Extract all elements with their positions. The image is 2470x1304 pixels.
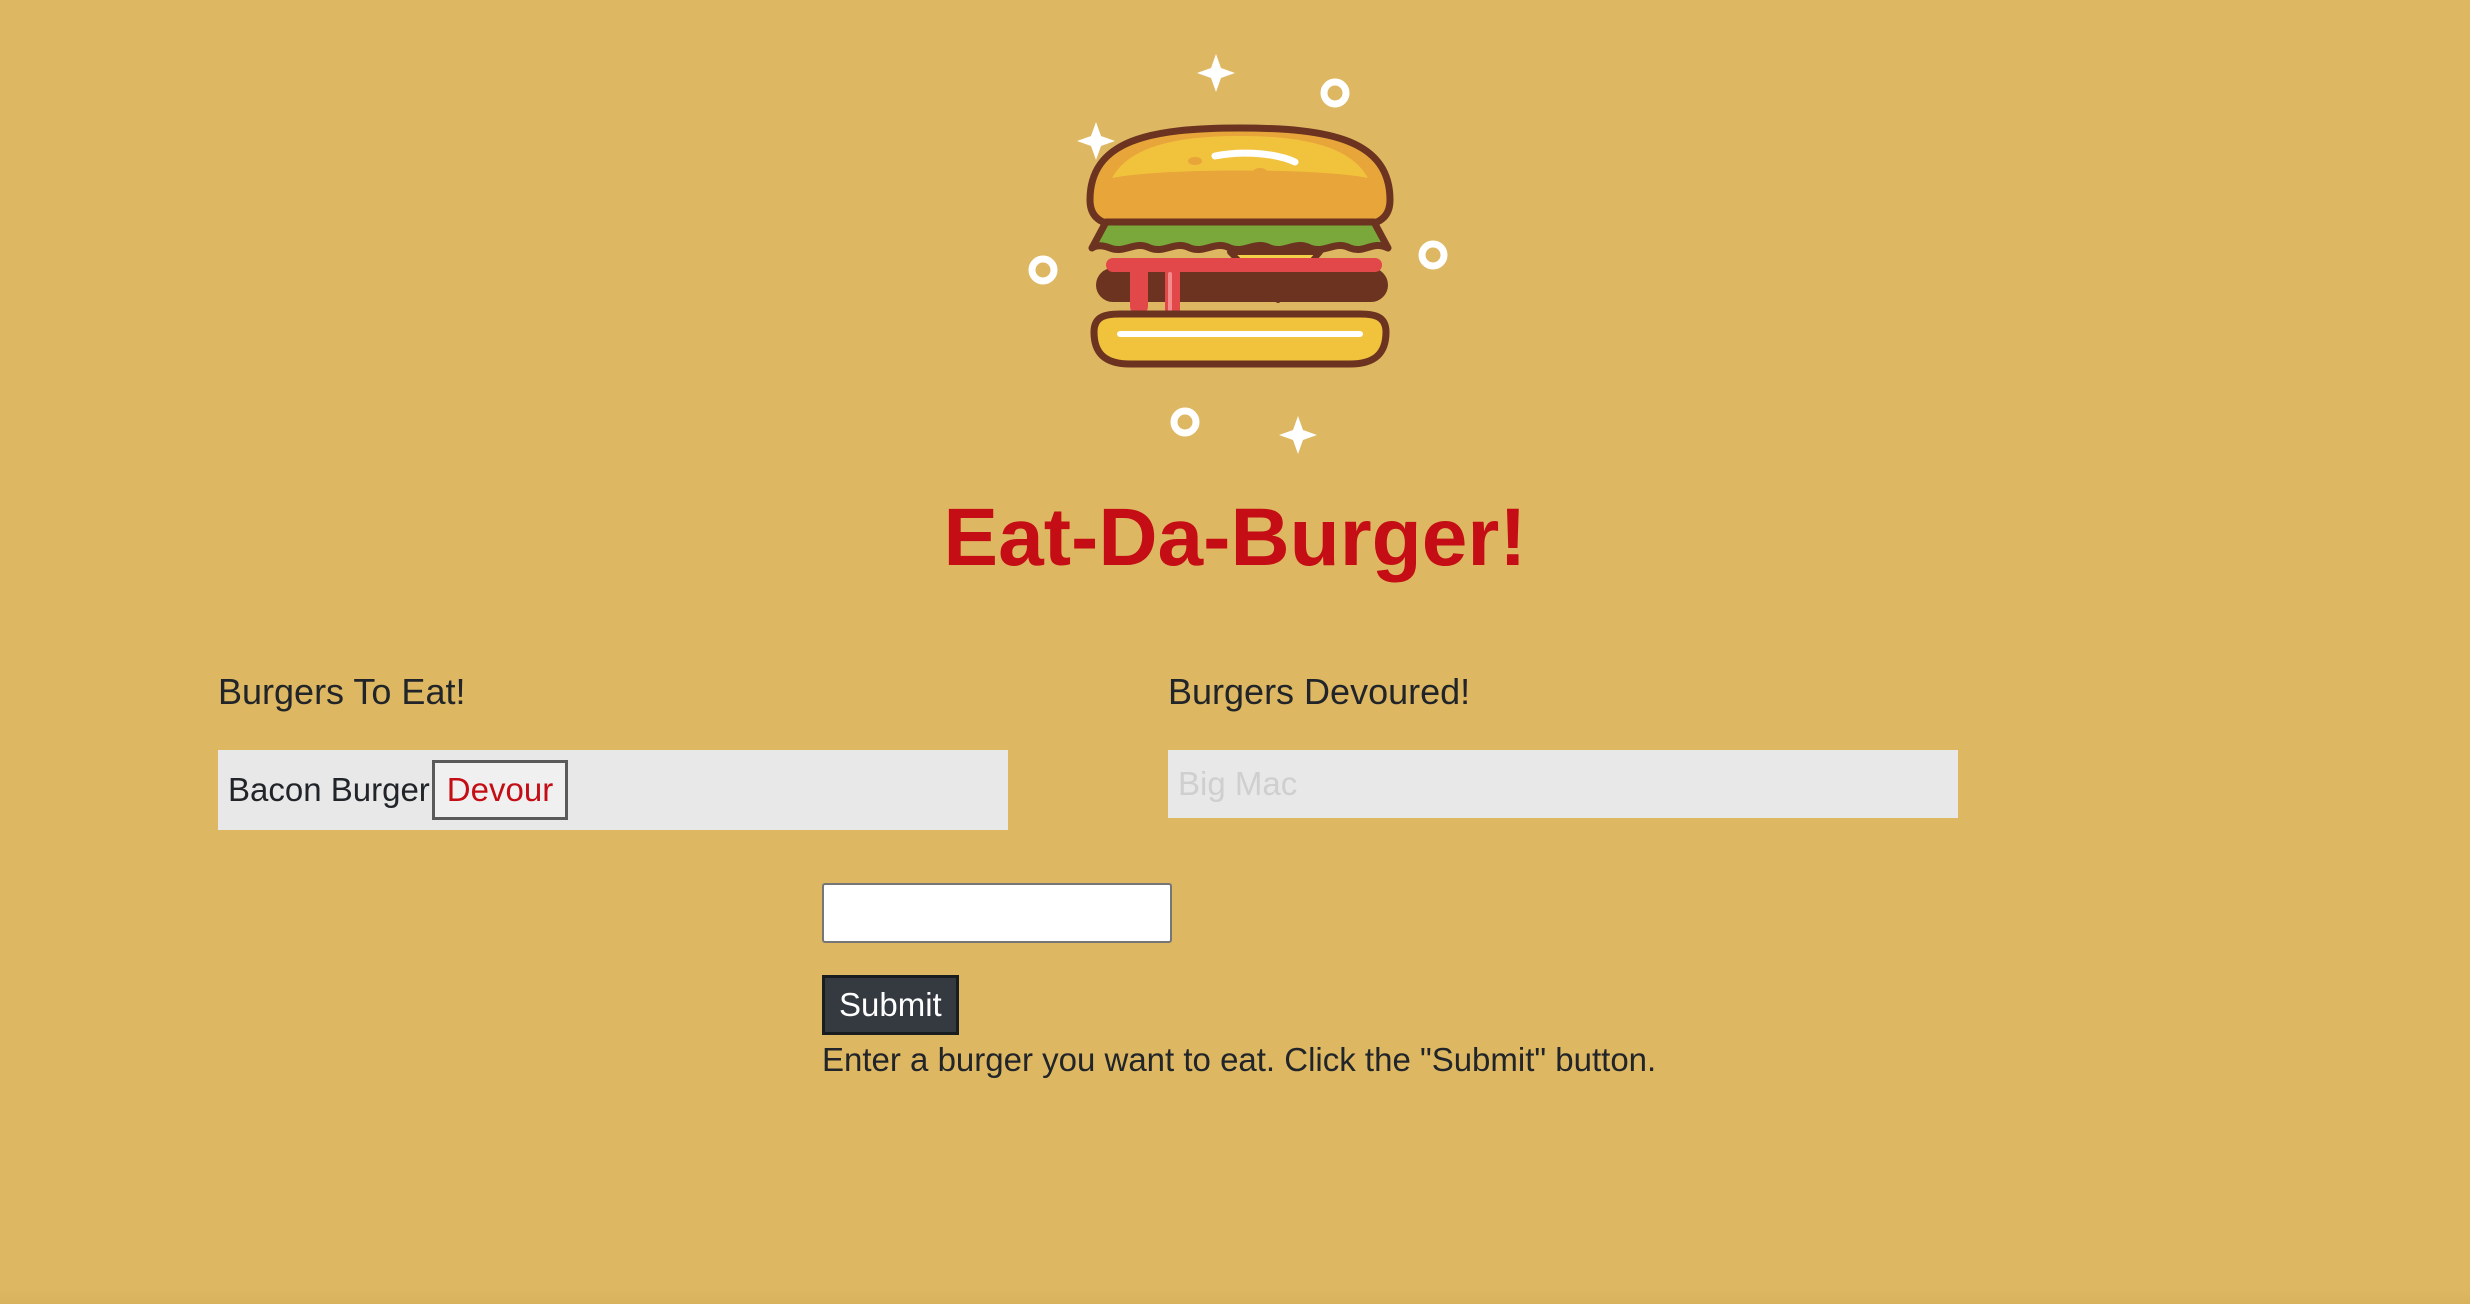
- submit-button[interactable]: Submit: [822, 975, 959, 1035]
- burger-logo: [1020, 50, 1460, 470]
- page-title: Eat-Da-Burger!: [943, 492, 1527, 583]
- burger-name: Bacon Burger: [228, 771, 430, 808]
- helper-text: Enter a burger you want to eat. Click th…: [822, 1041, 1657, 1078]
- burgers-devoured-heading: Burgers Devoured!: [1168, 671, 1471, 712]
- burgers-devoured-list: Big Mac: [1168, 750, 1958, 818]
- bottom-shade: [0, 1290, 2470, 1304]
- devour-button[interactable]: Devour: [431, 760, 569, 820]
- burger-icon: [1028, 54, 1448, 454]
- devoured-burger-name: Big Mac: [1178, 765, 1298, 802]
- burgers-to-eat-heading: Burgers To Eat!: [218, 671, 466, 712]
- burgers-to-eat-list: Bacon Burger Devour: [218, 750, 1008, 830]
- burger-name-input[interactable]: [822, 883, 1172, 943]
